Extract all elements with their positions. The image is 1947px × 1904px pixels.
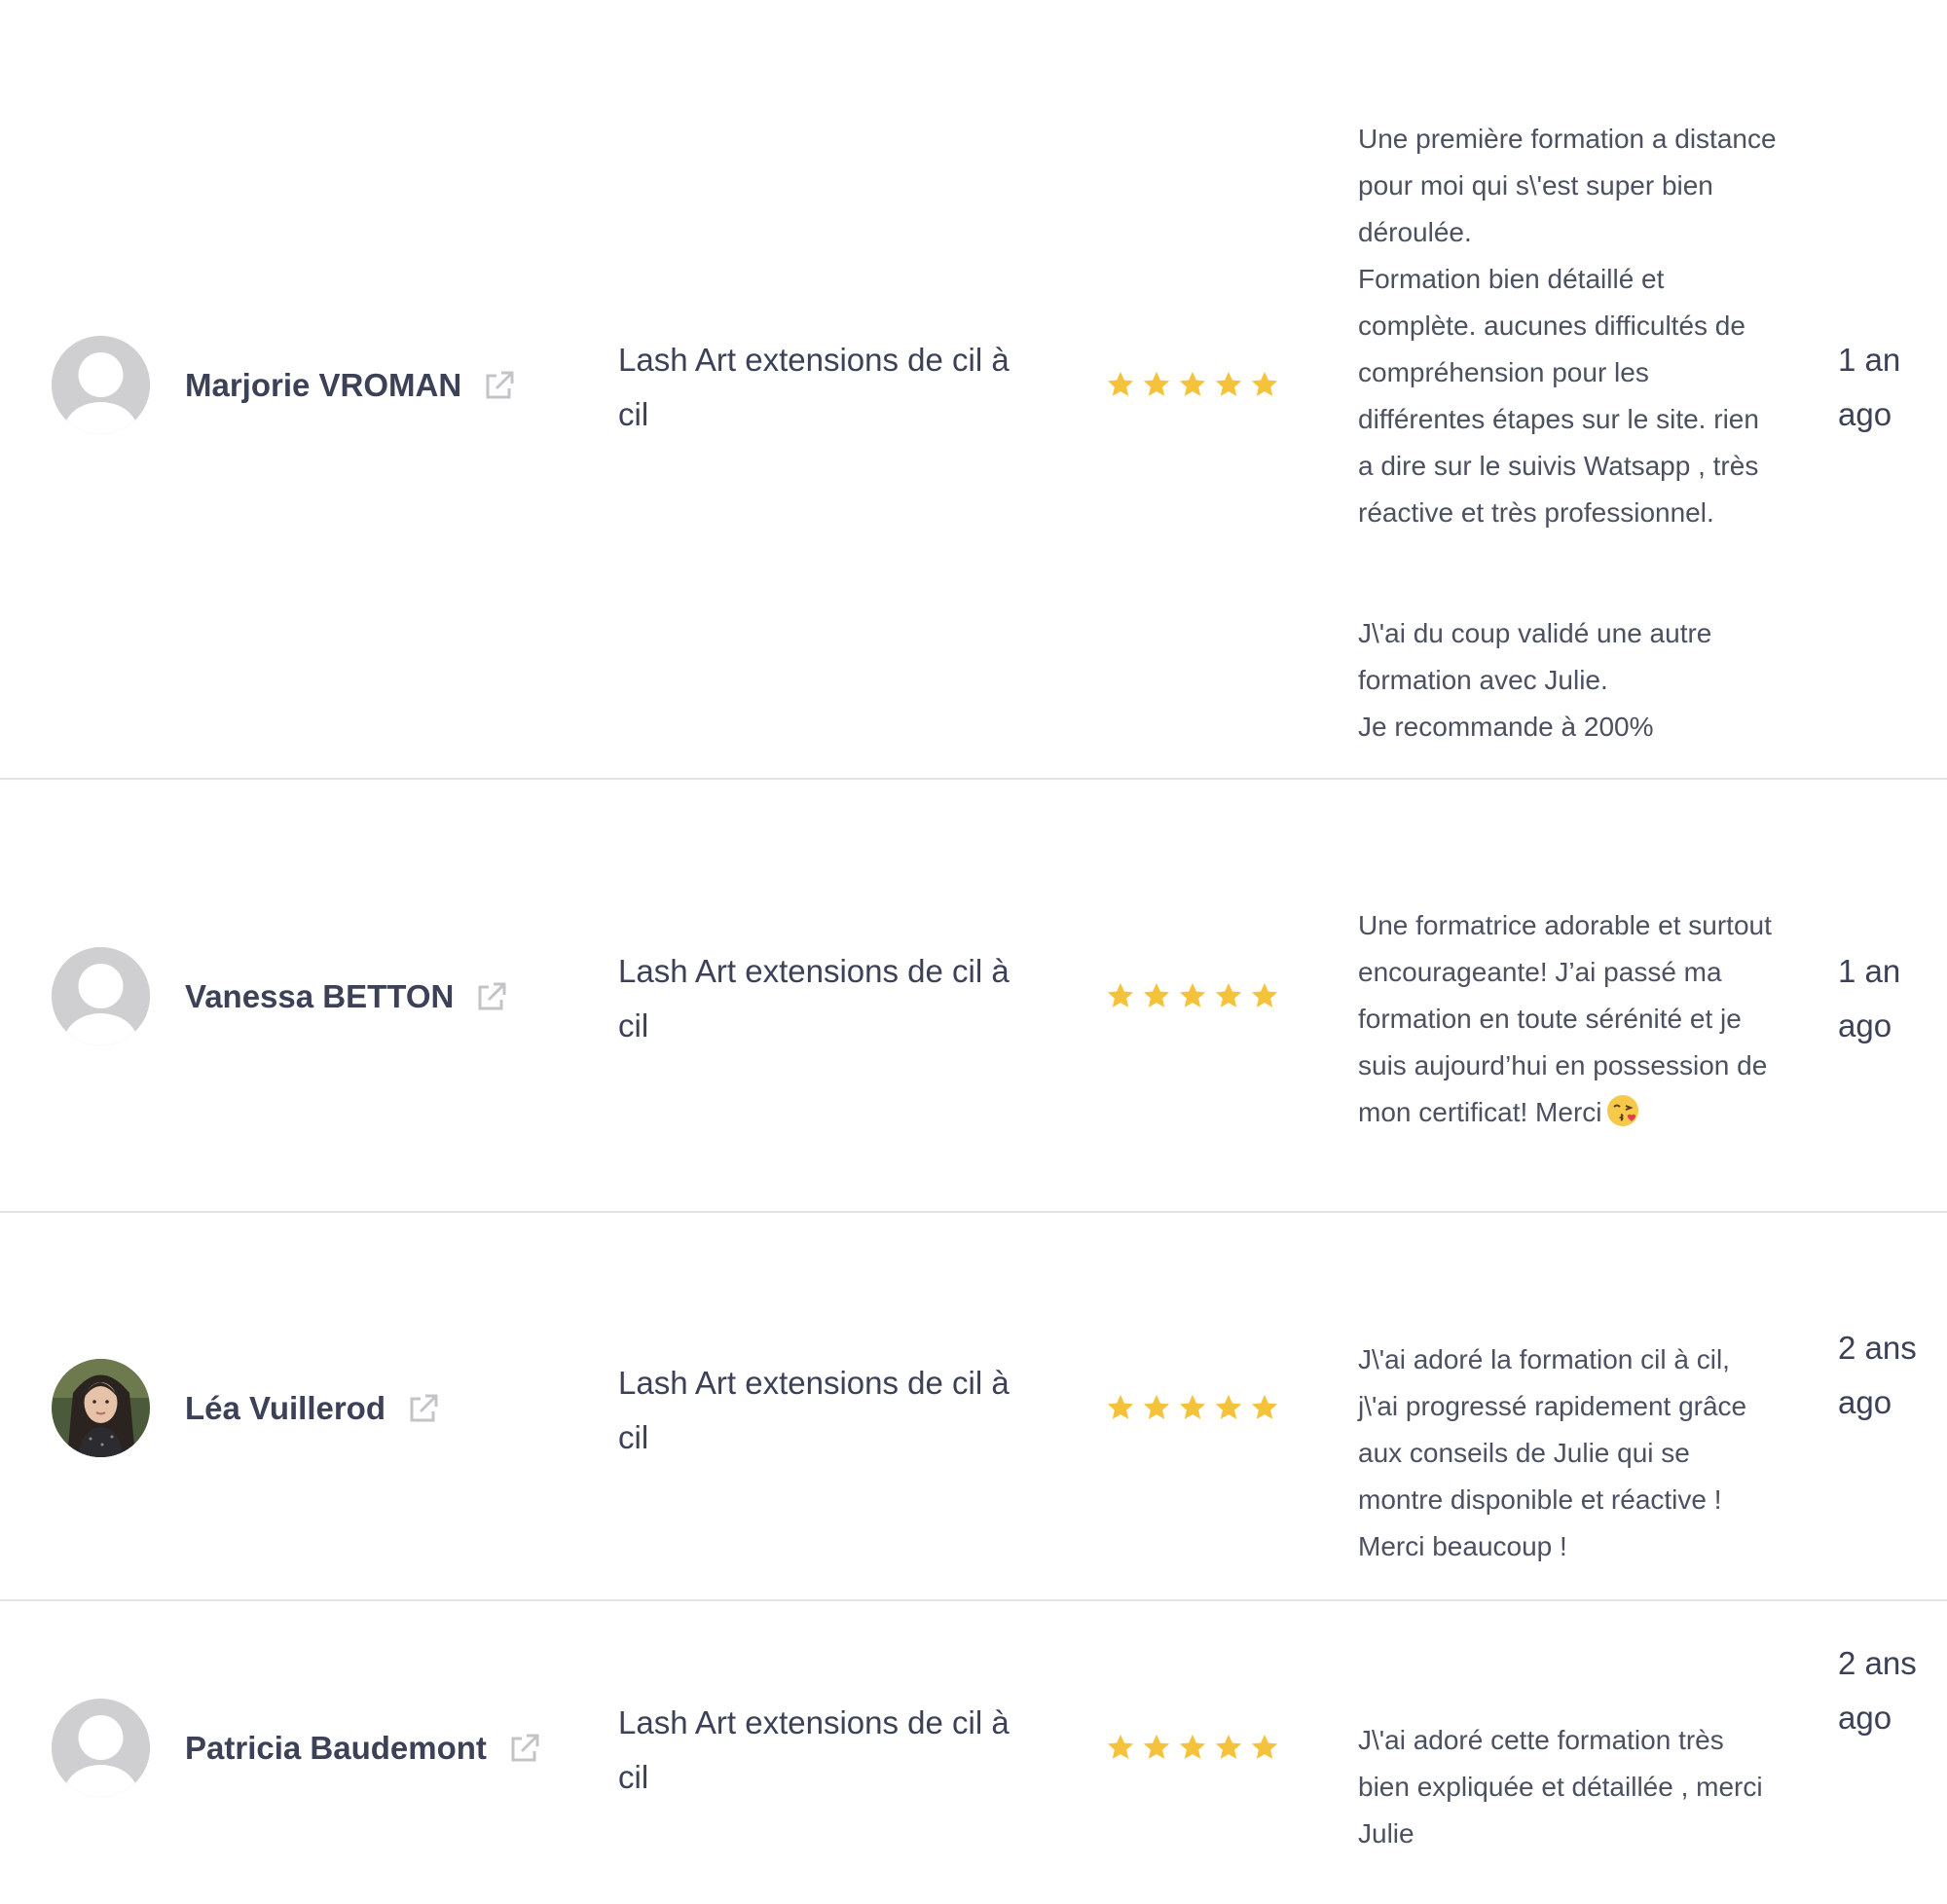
review-date: 1 an ago bbox=[1838, 342, 1901, 432]
star-icon bbox=[1179, 1734, 1206, 1759]
reviewer-name: Marjorie VROMAN bbox=[185, 367, 462, 403]
review-row: Patricia Baudemont Lash Art extensions d… bbox=[0, 1601, 1947, 1886]
star-icon bbox=[1143, 371, 1170, 396]
star-icon bbox=[1215, 1734, 1242, 1759]
reviews-list: Marjorie VROMAN Lash Art extensions de c… bbox=[0, 0, 1947, 1886]
star-icon bbox=[1143, 1394, 1170, 1419]
rating-stars bbox=[1106, 981, 1279, 1010]
external-link-icon[interactable] bbox=[508, 1732, 541, 1765]
reviewer-name: Léa Vuillerod bbox=[185, 1390, 386, 1426]
star-icon bbox=[1251, 371, 1278, 396]
review-comment: Une formatrice adorable et surtout encou… bbox=[1358, 856, 1777, 1183]
star-icon bbox=[1215, 371, 1242, 396]
review-row: Léa Vuillerod Lash Art extensions de cil… bbox=[0, 1213, 1947, 1601]
star-icon bbox=[1107, 371, 1134, 396]
rating-stars bbox=[1106, 1733, 1279, 1762]
star-icon bbox=[1143, 982, 1170, 1007]
course-name: Lash Art extensions de cil à cil bbox=[618, 1704, 1010, 1795]
comment-paragraph: J\'ai du coup validé une autre formation… bbox=[1358, 618, 1712, 742]
comment-paragraph: J\'ai adoré cette formation très bien ex… bbox=[1358, 1725, 1763, 1849]
reviewer: Patricia Baudemont bbox=[185, 1719, 541, 1777]
course-name: Lash Art extensions de cil à cil bbox=[618, 953, 1010, 1044]
reviewer-name: Patricia Baudemont bbox=[185, 1730, 487, 1766]
star-icon bbox=[1251, 982, 1278, 1007]
placeholder-person-icon bbox=[52, 336, 150, 434]
star-icon bbox=[1179, 1394, 1206, 1419]
rating-stars bbox=[1106, 370, 1279, 399]
comment-paragraph: J\'ai adoré la formation cil à cil, j\'a… bbox=[1358, 1344, 1747, 1561]
external-link-icon[interactable] bbox=[475, 980, 508, 1013]
reviewer: Léa Vuillerod bbox=[185, 1379, 440, 1438]
course-name: Lash Art extensions de cil à cil bbox=[618, 342, 1010, 432]
avatar bbox=[52, 1359, 150, 1457]
course-name: Lash Art extensions de cil à cil bbox=[618, 1365, 1010, 1455]
star-icon bbox=[1251, 1734, 1278, 1759]
placeholder-person-icon bbox=[52, 947, 150, 1045]
star-icon bbox=[1251, 1394, 1278, 1419]
review-comment: J\'ai adoré la formation cil à cil, j\'a… bbox=[1358, 1290, 1777, 1617]
kiss-emoji-icon bbox=[1606, 1095, 1638, 1126]
avatar bbox=[52, 336, 150, 434]
comment-text: Une formatrice adorable et surtout encou… bbox=[1358, 910, 1772, 1127]
photo-avatar bbox=[52, 1359, 150, 1457]
review-comment: Une première formation a distance pour m… bbox=[1358, 69, 1777, 797]
reviewer-name: Vanessa BETTON bbox=[185, 978, 455, 1014]
star-icon bbox=[1179, 371, 1206, 396]
rating-stars bbox=[1106, 1393, 1279, 1422]
reviewer: Marjorie VROMAN bbox=[185, 356, 516, 415]
comment-paragraph: Une première formation a distance pour m… bbox=[1358, 124, 1777, 528]
review-row: Vanessa BETTON Lash Art extensions de ci… bbox=[0, 780, 1947, 1213]
review-comment: J\'ai adoré cette formation très bien ex… bbox=[1358, 1670, 1777, 1904]
star-icon bbox=[1107, 1734, 1134, 1759]
placeholder-person-icon bbox=[52, 1699, 150, 1797]
star-icon bbox=[1179, 982, 1206, 1007]
star-icon bbox=[1143, 1734, 1170, 1759]
reviewer: Vanessa BETTON bbox=[185, 968, 508, 1026]
external-link-icon[interactable] bbox=[483, 369, 516, 402]
star-icon bbox=[1107, 982, 1134, 1007]
avatar bbox=[52, 947, 150, 1045]
star-icon bbox=[1107, 1394, 1134, 1419]
review-date: 2 ans ago bbox=[1838, 1330, 1917, 1420]
avatar bbox=[52, 1699, 150, 1797]
star-icon bbox=[1215, 1394, 1242, 1419]
review-date: 2 ans ago bbox=[1838, 1645, 1917, 1736]
comment-paragraph: Une formatrice adorable et surtout encou… bbox=[1358, 902, 1777, 1136]
review-row: Marjorie VROMAN Lash Art extensions de c… bbox=[0, 0, 1947, 780]
review-date: 1 an ago bbox=[1838, 953, 1901, 1044]
star-icon bbox=[1215, 982, 1242, 1007]
external-link-icon[interactable] bbox=[407, 1392, 440, 1425]
